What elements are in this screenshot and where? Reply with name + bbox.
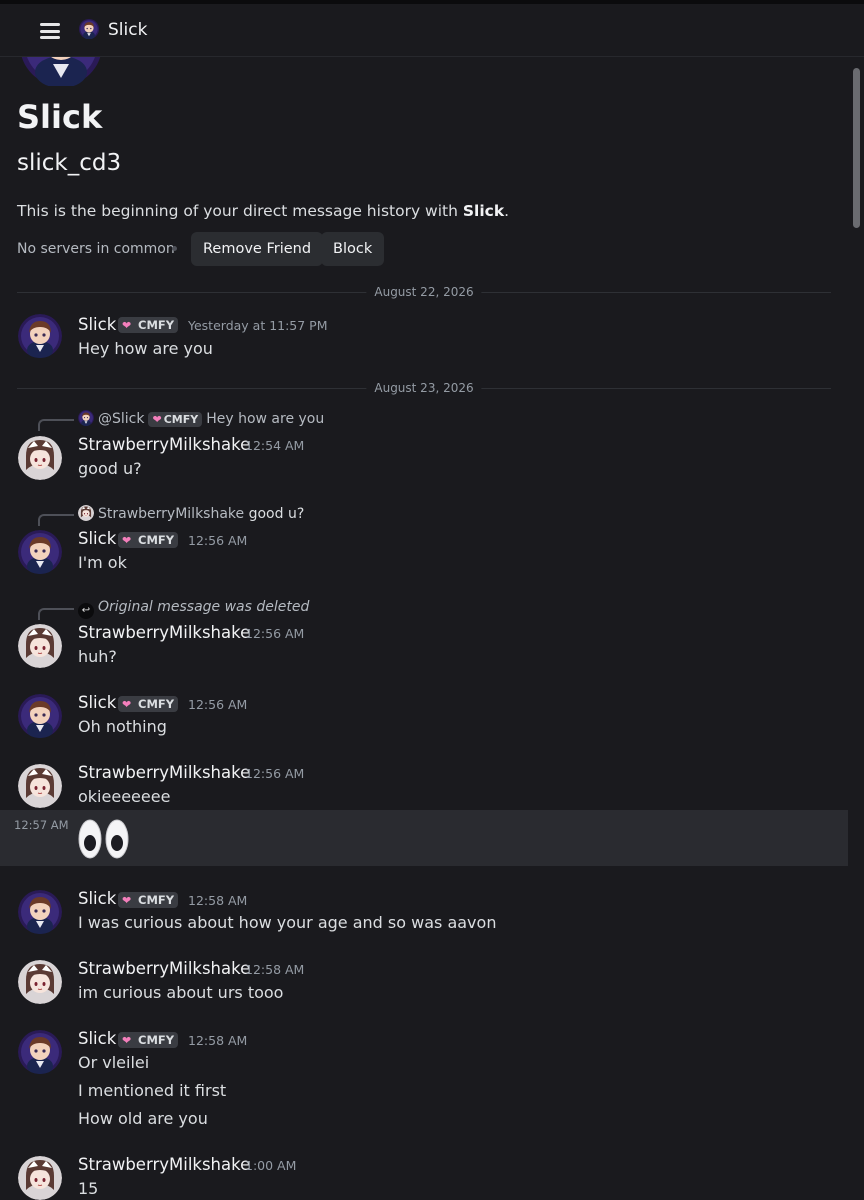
- message-text: im curious about urs tooo: [78, 983, 284, 1002]
- message-text: I'm ok: [78, 553, 127, 572]
- header-title[interactable]: Slick: [108, 20, 147, 40]
- message-author[interactable]: Slick: [78, 529, 116, 548]
- tag-label: CMFY: [138, 697, 175, 711]
- reply-arrow-icon: ↩: [78, 603, 94, 619]
- avatar[interactable]: [18, 530, 62, 574]
- intro-prefix: This is the beginning of your direct mes…: [17, 202, 463, 220]
- avatar[interactable]: [18, 436, 62, 480]
- dot-separator: [172, 246, 177, 251]
- avatar[interactable]: [18, 314, 62, 358]
- reply-preview[interactable]: ↩ Original message was deleted: [78, 599, 309, 619]
- reply-server-tag: ❤ CMFY: [148, 412, 203, 427]
- header-avatar[interactable]: [79, 19, 99, 39]
- block-button[interactable]: Block: [321, 232, 385, 266]
- message-text: Oh nothing: [78, 717, 167, 736]
- tag-label: CMFY: [138, 1033, 175, 1047]
- message-timestamp: 12:56 AM: [188, 533, 248, 548]
- reply-connector: [38, 608, 74, 620]
- avatar[interactable]: [18, 694, 62, 738]
- message-author[interactable]: StrawberryMilkshake: [78, 1155, 250, 1174]
- server-tag[interactable]: ❤ CMFY: [118, 696, 179, 712]
- avatar[interactable]: [18, 960, 62, 1004]
- reply-author: @Slick: [98, 411, 145, 427]
- server-tag[interactable]: ❤ CMFY: [118, 317, 179, 333]
- message-author[interactable]: StrawberryMilkshake: [78, 959, 250, 978]
- reply-text: Hey how are you: [206, 411, 325, 427]
- message-list[interactable]: Slick slick_cd3 This is the beginning of…: [0, 56, 848, 1200]
- tag-label: CMFY: [163, 413, 199, 426]
- message-timestamp: 12:58 AM: [188, 893, 248, 908]
- message-text: huh?: [78, 647, 117, 666]
- avatar[interactable]: [18, 624, 62, 668]
- message-text: okieeeeeee: [78, 787, 171, 806]
- message-author[interactable]: Slick: [78, 693, 116, 712]
- reply-author: StrawberryMilkshake: [98, 506, 245, 522]
- server-tag[interactable]: ❤ CMFY: [118, 1032, 179, 1048]
- message-text: good u?: [78, 459, 142, 478]
- message-author[interactable]: StrawberryMilkshake: [78, 435, 250, 454]
- dm-header: Slick: [0, 4, 864, 57]
- heart-icon: ❤: [122, 698, 132, 711]
- message-text: 15: [78, 1179, 99, 1198]
- message-timestamp: 12:58 AM: [245, 962, 305, 977]
- date-divider-label: August 23, 2026: [366, 381, 482, 395]
- message-text: How old are you: [78, 1109, 208, 1128]
- profile-username: slick_cd3: [17, 150, 122, 176]
- message-timestamp: 12:58 AM: [188, 1033, 248, 1048]
- message-timestamp: Yesterday at 11:57 PM: [188, 318, 328, 333]
- reply-avatar: [78, 410, 94, 426]
- message-timestamp: 12:54 AM: [245, 438, 305, 453]
- message-text: Or vleilei: [78, 1053, 150, 1072]
- message-timestamp: 12:56 AM: [245, 626, 305, 641]
- message-text: Hey how are you: [78, 339, 213, 358]
- hamburger-menu-icon[interactable]: [40, 23, 60, 39]
- heart-icon: ❤: [122, 319, 132, 332]
- message-author[interactable]: StrawberryMilkshake: [78, 763, 250, 782]
- tag-label: CMFY: [138, 318, 175, 332]
- date-divider: August 23, 2026: [17, 381, 831, 395]
- profile-display-name: Slick: [17, 98, 103, 136]
- tag-label: CMFY: [138, 533, 175, 547]
- reply-preview[interactable]: @Slick ❤ CMFY Hey how are you: [78, 410, 324, 427]
- message-timestamp: 12:57 AM: [14, 818, 69, 832]
- eye-left: [78, 818, 102, 860]
- intro-name: Slick: [462, 202, 505, 220]
- reply-avatar: [78, 505, 94, 521]
- message-author[interactable]: Slick: [78, 889, 116, 908]
- message-text: I was curious about how your age and so …: [78, 913, 497, 932]
- profile-avatar: [21, 56, 101, 86]
- remove-friend-button[interactable]: Remove Friend: [191, 232, 324, 266]
- eye-right: [105, 818, 129, 860]
- message-timestamp: 1:00 AM: [245, 1158, 297, 1173]
- reply-preview[interactable]: StrawberryMilkshake good u?: [78, 505, 304, 522]
- avatar[interactable]: [18, 1030, 62, 1074]
- avatar[interactable]: [18, 890, 62, 934]
- message-text: I mentioned it first: [78, 1081, 227, 1100]
- eyes-emoji: [78, 816, 134, 862]
- server-tag[interactable]: ❤ CMFY: [118, 892, 179, 908]
- date-divider-label: August 22, 2026: [366, 285, 482, 299]
- intro-suffix: .: [504, 202, 510, 220]
- message-author[interactable]: Slick: [78, 1029, 116, 1048]
- message-author[interactable]: Slick: [78, 315, 116, 334]
- reply-text: good u?: [248, 506, 305, 522]
- heart-icon: ❤: [122, 534, 132, 547]
- avatar[interactable]: [18, 764, 62, 808]
- tag-label: CMFY: [138, 893, 175, 907]
- reply-text: Original message was deleted: [98, 599, 310, 615]
- avatar[interactable]: [18, 1156, 62, 1200]
- scrollbar-thumb[interactable]: [853, 68, 860, 228]
- message-timestamp: 12:56 AM: [188, 697, 248, 712]
- server-tag[interactable]: ❤ CMFY: [118, 532, 179, 548]
- reply-connector: [38, 514, 74, 526]
- message-timestamp: 12:56 AM: [245, 766, 305, 781]
- date-divider: August 22, 2026: [17, 285, 831, 299]
- mutual-servers-text: No servers in common: [17, 241, 175, 257]
- dm-intro-text: This is the beginning of your direct mes…: [17, 202, 509, 220]
- reply-connector: [38, 419, 74, 431]
- heart-icon: ❤: [122, 1034, 132, 1047]
- heart-icon: ❤: [152, 413, 162, 426]
- message-author[interactable]: StrawberryMilkshake: [78, 623, 250, 642]
- heart-icon: ❤: [122, 894, 132, 907]
